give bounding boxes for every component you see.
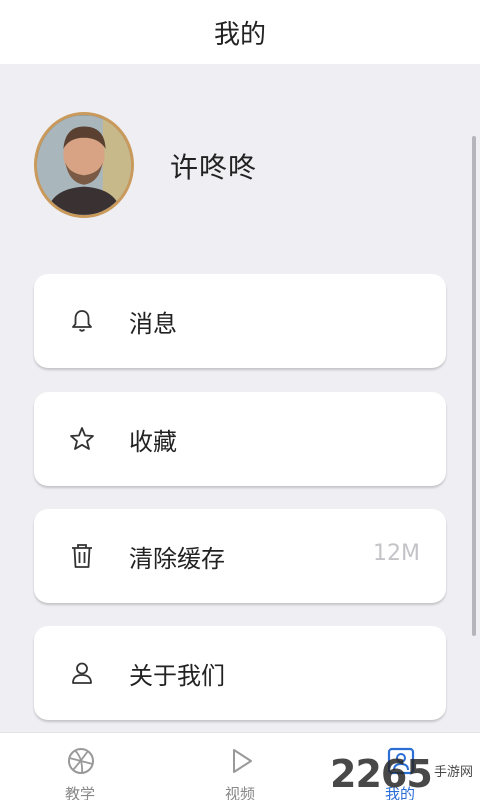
tab-video[interactable]: 视频	[160, 733, 320, 800]
star-icon	[68, 425, 96, 453]
bell-icon	[68, 307, 96, 335]
cache-size: 12M	[373, 541, 420, 566]
tab-label: 我的	[384, 785, 415, 800]
user-icon	[68, 659, 96, 687]
bottom-tab-bar: 教学 视频 我的	[0, 732, 480, 800]
tab-teaching[interactable]: 教学	[0, 733, 160, 800]
menu-item-favorites[interactable]: 收藏	[34, 392, 446, 486]
scrollbar[interactable]	[472, 136, 476, 636]
avatar-image	[37, 115, 131, 215]
basketball-icon	[66, 746, 96, 776]
trash-icon	[68, 542, 96, 570]
menu-label: 消息	[129, 310, 177, 338]
menu-item-messages[interactable]: 消息	[34, 274, 446, 368]
play-icon	[226, 746, 256, 776]
username: 许咚咚	[170, 151, 258, 184]
profile-section[interactable]: 许咚咚	[34, 112, 454, 222]
profile-content: 许咚咚 消息 收藏 清除缓存 12M 关于我们	[0, 64, 480, 732]
page-title: 我的	[213, 19, 266, 50]
menu-item-clear-cache[interactable]: 清除缓存 12M	[34, 509, 446, 603]
menu-label: 关于我们	[129, 662, 225, 690]
top-bar: 我的	[0, 0, 480, 64]
avatar[interactable]	[34, 112, 134, 218]
menu-label: 收藏	[129, 428, 177, 456]
tab-label: 教学	[64, 785, 95, 800]
profile-icon	[386, 746, 416, 776]
menu-label: 清除缓存	[129, 545, 225, 573]
tab-mine[interactable]: 我的	[320, 733, 480, 800]
tab-label: 视频	[224, 785, 255, 800]
menu-item-about-us[interactable]: 关于我们	[34, 626, 446, 720]
